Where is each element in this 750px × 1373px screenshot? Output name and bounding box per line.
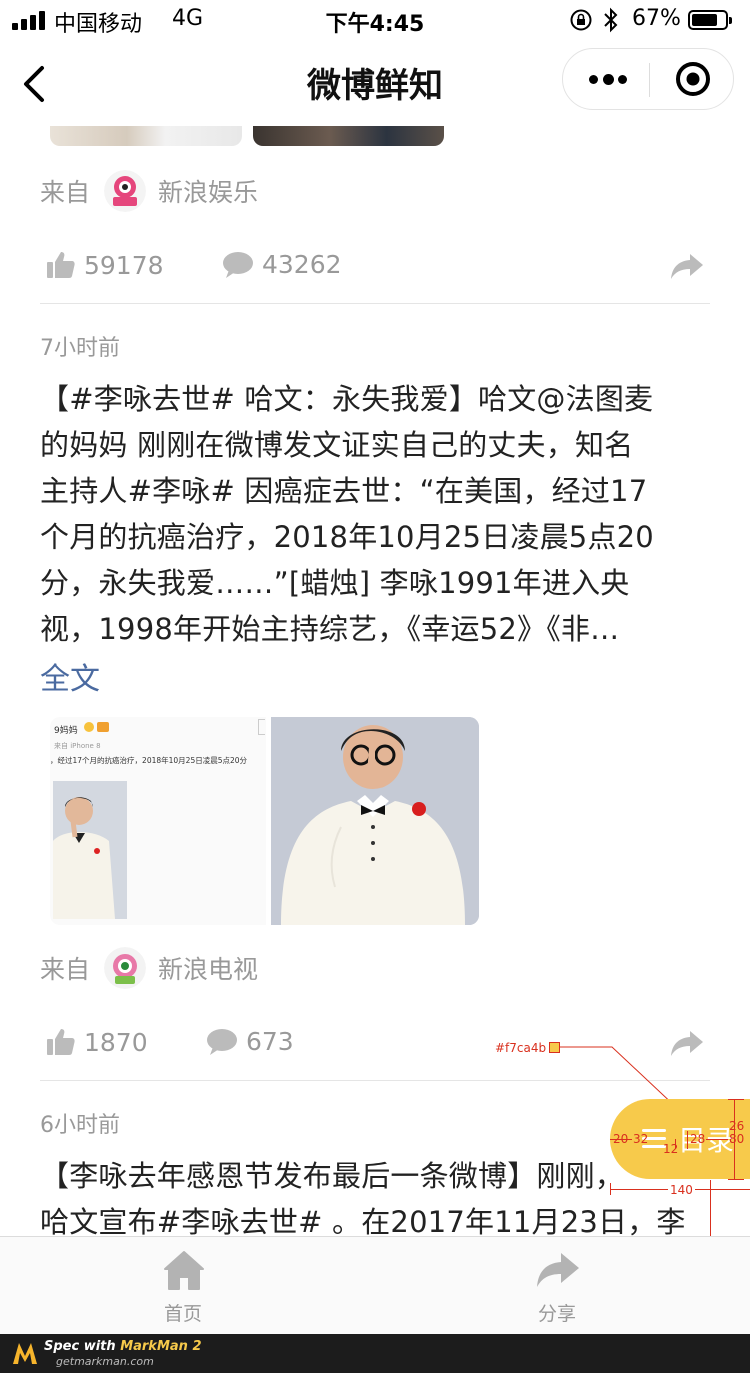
post-text[interactable]: 【#李咏去世# 哈文：永失我爱】哈文@法图麦 的妈妈 刚刚在微博发文证实自己的丈… [40, 376, 712, 652]
markman-url: getmarkman.com [56, 1355, 154, 1368]
post-image[interactable] [50, 126, 242, 146]
spec-top-offset: 26 [729, 1119, 745, 1133]
post-text-line: 个月的抗癌治疗，2018年10月25日凌晨5点20 [40, 520, 654, 554]
source-prefix: 来自 [40, 955, 91, 984]
source-prefix: 来自 [40, 178, 91, 207]
post-image-portrait[interactable] [271, 717, 479, 925]
spec-height: 80 [729, 1132, 745, 1146]
divider [40, 303, 710, 304]
post-source: 来自 新浪娱乐 [40, 168, 258, 214]
post-text-line: 分，永失我爱……”[蜡烛] 李咏1991年进入央 [40, 566, 630, 600]
tab-share-label: 分享 [537, 1303, 576, 1325]
screenshot-username: 9妈妈 [54, 726, 78, 736]
share-icon [537, 1253, 579, 1287]
spec-icon-width: 32 [633, 1132, 649, 1146]
post-image-screenshot[interactable]: 9妈妈 来自 iPhone 8 ，经过17个月的抗癌治疗，2018年10月25日… [50, 717, 266, 925]
comment-count: 43262 [262, 250, 342, 279]
post-time: 7小时前 [40, 336, 120, 361]
close-mini-program-icon[interactable] [661, 49, 735, 109]
spec-color-swatch [549, 1042, 560, 1053]
status-bar: 中国移动 4G 下午4:45 67% [0, 0, 750, 40]
comment-icon [207, 1028, 237, 1055]
markman-logo-icon [13, 1343, 37, 1364]
markman-tagline: Spec with MarkMan 2 [44, 1339, 202, 1354]
more-options-button[interactable] [563, 49, 649, 109]
post-text-line: 【#李咏去世# 哈文：永失我爱】哈文@法图麦 [40, 382, 654, 416]
source-name[interactable]: 新浪娱乐 [158, 173, 258, 209]
comment-button[interactable]: 43262 [222, 250, 342, 279]
like-button[interactable]: 1870 [46, 1027, 148, 1057]
like-button[interactable]: 59178 [46, 250, 164, 280]
thumbs-up-icon [47, 252, 75, 278]
post-image-strip[interactable] [50, 126, 444, 148]
post-source: 来自 新浪电视 [40, 945, 258, 991]
battery-percent: 67% [632, 6, 681, 31]
spec-color-label: #f7ca4b [495, 1041, 547, 1055]
spec-width: 140 [668, 1183, 695, 1197]
source-name[interactable]: 新浪电视 [158, 950, 258, 986]
spec-text-offset: 28 [690, 1132, 706, 1146]
screenshot-device: 来自 iPhone 8 [54, 742, 101, 750]
post-text-line: 视，1998年开始主持综艺，《幸运52》《非… [40, 612, 620, 646]
post-time: 6小时前 [40, 1113, 120, 1138]
markman-watermark-bar: Spec with MarkMan 2 getmarkman.com [0, 1334, 750, 1373]
post-image-grid: 9妈妈 来自 iPhone 8 ，经过17个月的抗癌治疗，2018年10月25日… [50, 717, 480, 925]
comment-button[interactable]: 673 [206, 1027, 294, 1056]
like-count: 1870 [84, 1027, 148, 1057]
post-text-line: 主持人#李咏# 因癌症去世：“在美国，经过17 [40, 474, 648, 508]
sina-ent-avatar[interactable] [104, 170, 147, 212]
comment-icon [223, 251, 253, 278]
tab-home[interactable]: 首页 [93, 1237, 273, 1335]
post-text-line: 【李咏去年感恩节发布最后一条微博】刚刚， [40, 1159, 625, 1193]
home-icon [164, 1251, 204, 1290]
comment-count: 673 [246, 1027, 294, 1056]
post-text[interactable]: 【李咏去年感恩节发布最后一条微博】刚刚， 哈文宣布#李咏去世# 。在2017年1… [40, 1153, 712, 1236]
post-image[interactable] [253, 126, 444, 146]
like-count: 59178 [84, 250, 164, 280]
spec-left-padding: 20 [613, 1132, 629, 1146]
post-text-line: 的妈妈 刚刚在微博发文证实自己的丈夫，知名 [40, 428, 634, 462]
thumbs-up-icon [47, 1029, 75, 1055]
battery-icon [688, 10, 732, 30]
tab-share[interactable]: 分享 [467, 1237, 647, 1335]
bluetooth-icon [604, 7, 618, 33]
screenshot-caption: ，经过17个月的抗癌治疗，2018年10月25日凌晨5点20分 [50, 756, 248, 765]
post-text-line: 哈文宣布#李咏去世# 。在2017年11月23日，李 [40, 1205, 686, 1236]
sina-tv-avatar[interactable] [104, 947, 147, 989]
post-actions: 59178 43262 [40, 246, 710, 290]
mini-program-capsule [562, 48, 734, 110]
rotation-lock-icon [570, 9, 592, 31]
tab-home-label: 首页 [163, 1303, 202, 1325]
nav-bar: 微博鲜知 [0, 40, 750, 126]
screenshot-photo [53, 781, 127, 919]
share-icon[interactable] [670, 252, 704, 280]
full-text-link[interactable]: 全文 [40, 654, 100, 698]
bottom-tab-bar: 首页 分享 [0, 1236, 750, 1334]
